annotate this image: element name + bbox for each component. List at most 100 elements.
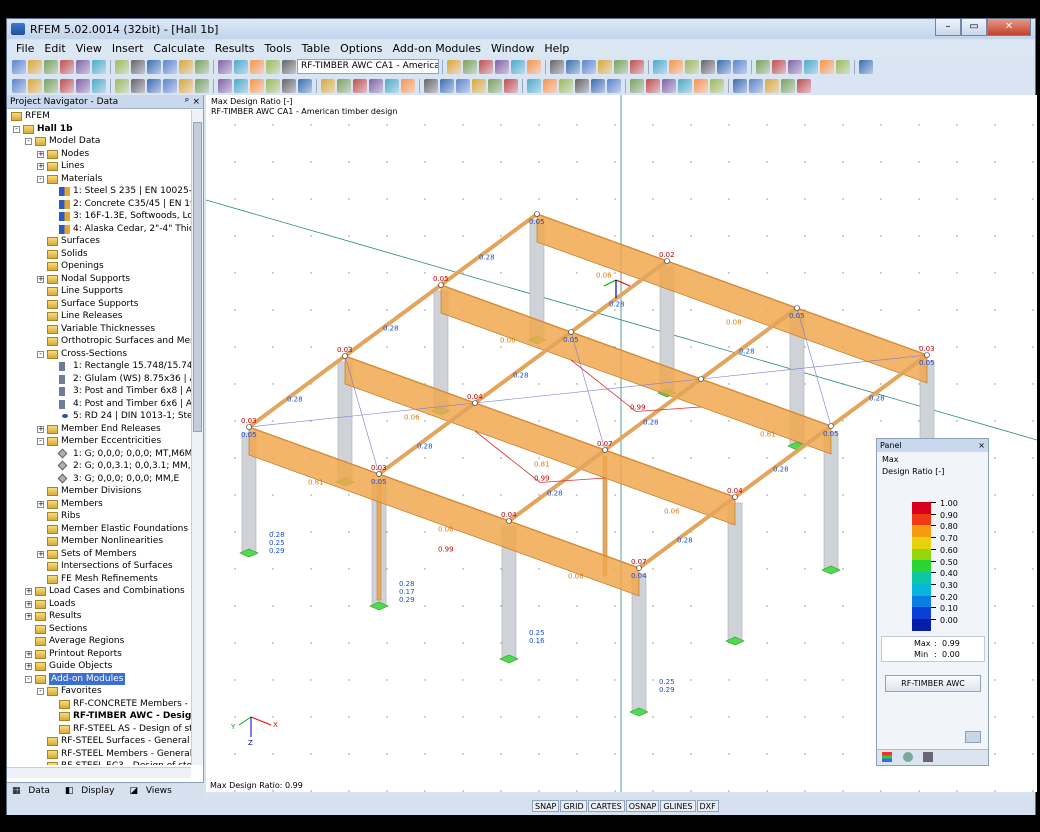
display-icon[interactable]	[923, 752, 933, 762]
toolbar-button-icon[interactable]	[678, 78, 692, 93]
tree-item[interactable]: - Hall 1b	[7, 123, 191, 136]
toolbar-button-icon[interactable]	[163, 59, 177, 74]
collapse-icon[interactable]: -	[25, 138, 32, 145]
osnap-toggle[interactable]: OSNAP	[625, 800, 660, 812]
structure-node[interactable]	[828, 423, 834, 429]
structure-node[interactable]	[506, 518, 512, 524]
toolbar-button-icon[interactable]	[76, 78, 90, 93]
tree-item[interactable]: 5: RD 24 | DIN 1013-1; Steel S 2	[7, 410, 191, 423]
toolbar-button-icon[interactable]	[701, 59, 715, 74]
structure-node[interactable]	[342, 353, 348, 359]
toolbar-button-icon[interactable]	[772, 59, 786, 74]
toolbar-button-icon[interactable]	[234, 78, 248, 93]
toolbar-button-icon[interactable]	[710, 78, 724, 93]
tree-item[interactable]: RF-STEEL Surfaces - General stress	[7, 735, 191, 748]
structure-node[interactable]	[732, 494, 738, 500]
toolbar-button-icon[interactable]	[527, 78, 541, 93]
menu-addon-modules[interactable]: Add-on Modules	[388, 42, 486, 55]
toolbar-button-icon[interactable]	[298, 78, 312, 93]
tree-item[interactable]: + Member End Releases	[7, 423, 191, 436]
toolbar-button-icon[interactable]	[337, 78, 351, 93]
toolbar-button-icon[interactable]	[179, 59, 193, 74]
filter-icon[interactable]	[903, 752, 913, 762]
collapse-icon[interactable]: -	[25, 675, 32, 683]
restore-button[interactable]: ▭	[961, 19, 987, 36]
toolbar-button-icon[interactable]	[495, 59, 509, 74]
toolbar-button-icon[interactable]	[163, 78, 177, 93]
expand-icon[interactable]: +	[25, 650, 32, 658]
tree-item[interactable]: RF-STEEL EC3 - Design of steel me	[7, 760, 191, 765]
toolbar-button-icon[interactable]	[646, 78, 660, 93]
structure-node[interactable]	[664, 258, 670, 264]
toolbar-button-icon[interactable]	[147, 78, 161, 93]
collapse-icon[interactable]: -	[13, 125, 20, 133]
structure-node[interactable]	[636, 565, 642, 571]
toolbar-button-icon[interactable]	[765, 78, 779, 93]
toolbar-button-icon[interactable]	[44, 78, 58, 93]
tree-item[interactable]: Line Releases	[7, 310, 191, 323]
toolbar-button-icon[interactable]	[804, 59, 818, 74]
tree-item[interactable]: Intersections of Surfaces	[7, 560, 191, 573]
toolbar-button-icon[interactable]	[749, 78, 763, 93]
tree-item[interactable]: 1: Steel S 235 | EN 10025-2:2004	[7, 185, 191, 198]
toolbar-button-icon[interactable]	[591, 78, 605, 93]
tree-item[interactable]: + Members	[7, 498, 191, 511]
dxf-toggle[interactable]: DXF	[696, 800, 719, 812]
structure-node[interactable]	[924, 352, 930, 358]
toolbar-button-icon[interactable]	[614, 59, 628, 74]
tree-item[interactable]: + Loads	[7, 598, 191, 611]
toolbar-button-icon[interactable]	[147, 59, 161, 74]
scrollbar-thumb[interactable]	[193, 122, 202, 432]
toolbar-button-icon[interactable]	[797, 78, 811, 93]
expand-icon[interactable]: +	[37, 425, 44, 433]
toolbar-button-icon[interactable]	[218, 78, 232, 93]
tree-item[interactable]: + Printout Reports	[7, 648, 191, 661]
collapse-icon[interactable]: -	[37, 688, 44, 695]
toolbar-button-icon[interactable]	[60, 78, 74, 93]
menu-edit[interactable]: Edit	[39, 42, 70, 55]
expand-icon[interactable]: +	[37, 163, 44, 170]
toolbar-button-icon[interactable]	[266, 59, 280, 74]
toolbar-button-icon[interactable]	[195, 59, 209, 74]
toolbar-button-icon[interactable]	[859, 59, 873, 74]
expand-icon[interactable]: +	[25, 613, 32, 620]
tree-item[interactable]: - Add-on Modules	[7, 672, 191, 685]
rf-timber-awc-button[interactable]: RF-TIMBER AWC	[885, 675, 981, 692]
toolbar-button-icon[interactable]	[218, 59, 232, 74]
tab-views[interactable]: ◪ Views	[124, 786, 181, 796]
toolbar-button-icon[interactable]	[607, 78, 621, 93]
expand-icon[interactable]: +	[25, 663, 32, 670]
toolbar-button-icon[interactable]	[717, 59, 731, 74]
toolbar-button-icon[interactable]	[836, 59, 850, 74]
grid-toggle[interactable]: GRID	[560, 800, 587, 812]
tree-item[interactable]: Member Divisions	[7, 485, 191, 498]
toolbar-button-icon[interactable]	[575, 78, 589, 93]
tree-item[interactable]: Member Nonlinearities	[7, 535, 191, 548]
toolbar-button-icon[interactable]	[788, 59, 802, 74]
toolbar-button-icon[interactable]	[44, 59, 58, 74]
toolbar-button-icon[interactable]	[250, 59, 264, 74]
expand-icon[interactable]: +	[37, 150, 44, 158]
toolbar-button-icon[interactable]	[543, 78, 557, 93]
toolbar-button-icon[interactable]	[60, 59, 74, 74]
structure-node[interactable]	[534, 211, 540, 217]
toolbar-button-icon[interactable]	[479, 59, 493, 74]
toolbar-button-icon[interactable]	[321, 78, 335, 93]
toolbar-button-icon[interactable]	[115, 78, 129, 93]
toolbar-button-icon[interactable]	[669, 59, 683, 74]
collapse-icon[interactable]: -	[37, 438, 44, 445]
toolbar-button-icon[interactable]	[733, 59, 747, 74]
toolbar-button-icon[interactable]	[447, 59, 461, 74]
toolbar-button-icon[interactable]	[559, 78, 573, 93]
tree-item[interactable]: Member Elastic Foundations	[7, 523, 191, 536]
menu-options[interactable]: Options	[335, 42, 387, 55]
tree-item[interactable]: + Load Cases and Combinations	[7, 585, 191, 598]
collapse-icon[interactable]: -	[37, 350, 44, 358]
panel-settings-icon[interactable]	[965, 731, 981, 743]
tab-display[interactable]: ◧ Display	[60, 786, 125, 796]
toolbar-button-icon[interactable]	[630, 78, 644, 93]
structure-node[interactable]	[376, 471, 382, 477]
toolbar-button-icon[interactable]	[488, 78, 502, 93]
toolbar-button-icon[interactable]	[92, 59, 106, 74]
addon-case-combo[interactable]: RF-TIMBER AWC CA1 - American timbe	[297, 59, 439, 74]
